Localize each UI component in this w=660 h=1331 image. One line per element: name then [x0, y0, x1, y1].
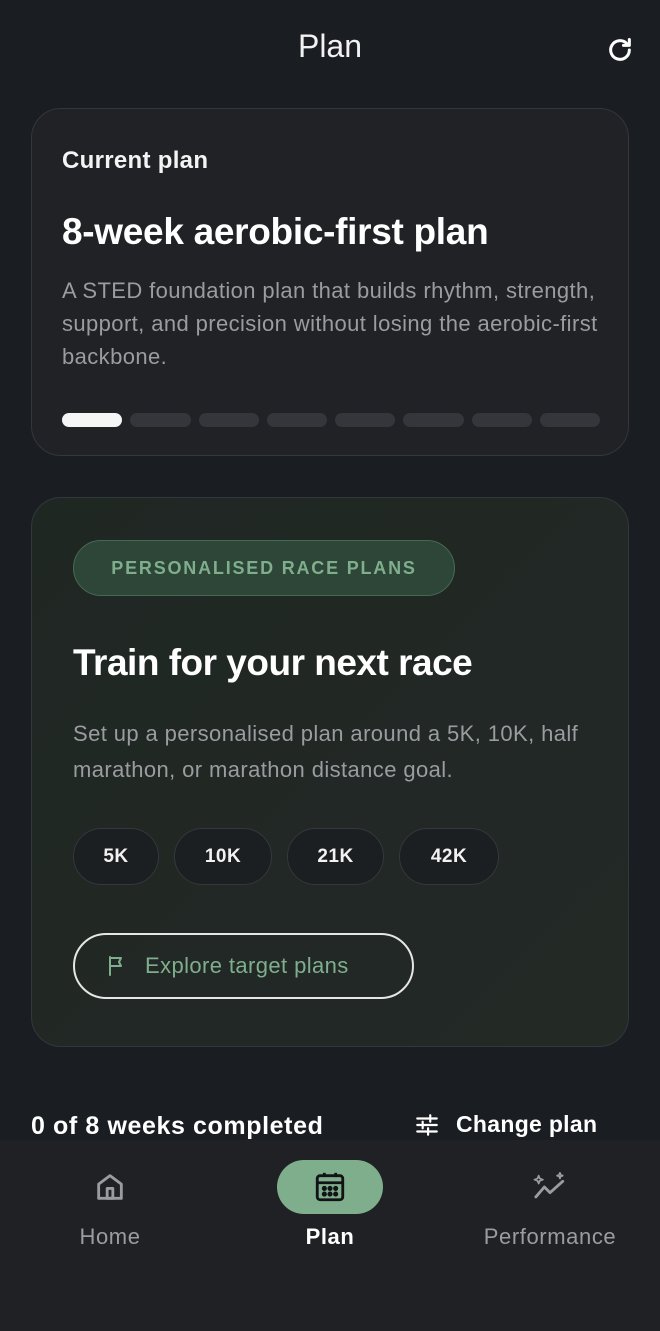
week-progress-segment — [539, 413, 600, 427]
race-plans-badge: PERSONALISED RACE PLANS — [73, 540, 455, 596]
race-title: Train for your next race — [73, 642, 473, 683]
current-plan-title: 8-week aerobic-first plan — [62, 211, 489, 252]
tab-home[interactable]: Home — [0, 1160, 220, 1270]
tab-performance-icon-wrap — [497, 1160, 603, 1214]
refresh-button[interactable] — [600, 30, 640, 70]
tab-plan-label: Plan — [305, 1224, 355, 1249]
home-icon — [97, 1174, 123, 1200]
distance-chip-5k[interactable]: 5K — [73, 828, 159, 885]
current-plan-description: A STED foundation plan that builds rhyth… — [62, 278, 598, 369]
refresh-icon — [609, 37, 631, 61]
week-progress-segment — [471, 413, 532, 427]
week-progress-segment — [198, 413, 259, 427]
tab-performance[interactable]: Performance — [440, 1160, 660, 1270]
distance-chip-10k[interactable]: 10K — [174, 828, 272, 885]
explore-target-plans-button[interactable]: Explore target plans — [73, 933, 414, 999]
tab-plan-icon-wrap — [277, 1160, 383, 1214]
current-plan-label: Current plan — [62, 147, 209, 174]
distance-chip-42k[interactable]: 42K — [399, 828, 499, 885]
week-progress-indicator — [62, 413, 600, 427]
weeks-completed-text: 0 of 8 weeks completed — [31, 1112, 324, 1140]
distance-chip-21k[interactable]: 21K — [287, 828, 384, 885]
explore-target-plans-label: Explore target plans — [145, 953, 349, 978]
page-title: Plan — [297, 28, 363, 64]
change-plan-button[interactable]: Change plan — [414, 1111, 597, 1138]
week-progress-segment — [62, 413, 123, 427]
tab-home-label: Home — [79, 1224, 141, 1249]
race-plans-card: PERSONALISED RACE PLANS Train for your n… — [31, 497, 629, 1047]
app-header: Plan — [0, 0, 660, 100]
week-progress-segment — [335, 413, 396, 427]
flag-icon — [109, 956, 122, 976]
trend-sparkle-icon — [533, 1171, 565, 1199]
current-plan-card[interactable]: Current plan 8-week aerobic-first plan A… — [31, 108, 629, 456]
calendar-icon — [315, 1172, 345, 1202]
tab-performance-label: Performance — [483, 1224, 617, 1249]
week-progress-segment — [130, 413, 191, 427]
bottom-tab-bar: Home Plan Performance — [0, 1140, 660, 1331]
distance-chips: 5K 10K 21K 42K — [73, 828, 499, 885]
sliders-icon — [416, 1113, 438, 1136]
tab-plan[interactable]: Plan — [220, 1160, 440, 1270]
week-progress-segment — [403, 413, 464, 427]
week-progress-segment — [266, 413, 327, 427]
change-plan-label: Change plan — [456, 1111, 598, 1137]
race-description: Set up a personalised plan around a 5K, … — [73, 721, 579, 782]
tab-home-icon-wrap — [57, 1160, 163, 1214]
